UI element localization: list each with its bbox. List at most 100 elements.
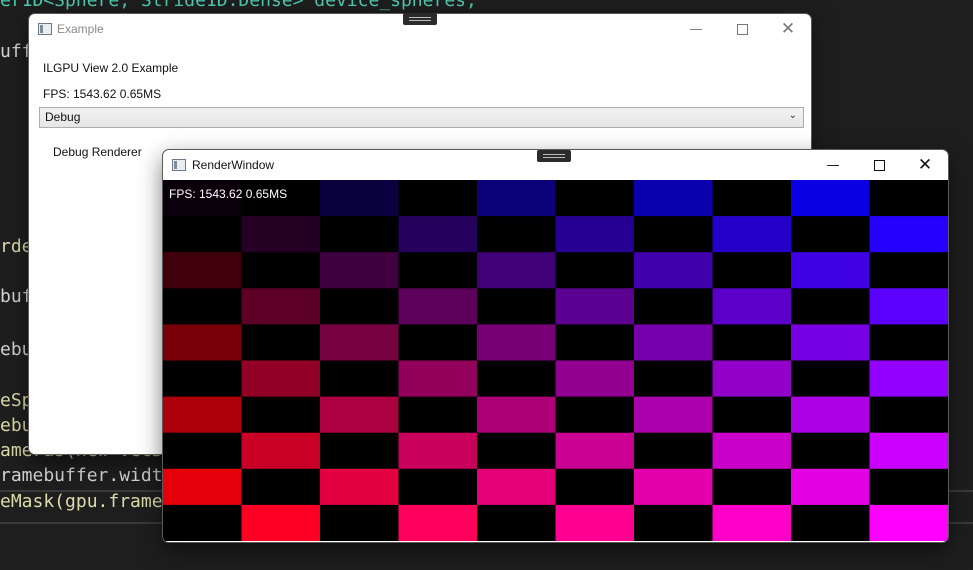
renderer-select[interactable]: Debug ⌄ (39, 107, 804, 128)
checker-cell (398, 252, 478, 289)
checker-cell (634, 216, 714, 253)
chevron-down-icon: ⌄ (788, 110, 797, 121)
checker-cell (477, 252, 557, 289)
checker-cell (555, 252, 635, 289)
checker-cell (712, 468, 792, 506)
checker-cell (712, 288, 792, 325)
checker-cell (163, 288, 243, 325)
checker-cell (163, 396, 243, 434)
checker-cell (869, 504, 948, 541)
checker-cell (398, 468, 478, 506)
checker-cell (791, 252, 871, 289)
checker-cell (398, 180, 478, 217)
checker-cell (555, 468, 635, 506)
checker-cell (555, 504, 635, 541)
checker-cell (869, 252, 948, 289)
render-window-title: RenderWindow (192, 158, 275, 172)
minimize-icon[interactable]: — (810, 150, 856, 180)
checker-cell (398, 288, 478, 325)
checker-cell (320, 504, 400, 541)
checker-cell (241, 360, 321, 398)
checker-cell (712, 252, 792, 289)
checker-cell (869, 180, 948, 217)
checker-cell (241, 324, 321, 362)
checker-cell (634, 288, 714, 325)
checker-cell (477, 504, 557, 541)
checker-cell (555, 360, 635, 398)
close-icon[interactable]: ✕ (765, 14, 811, 44)
app-window-icon (38, 23, 52, 35)
render-drag-grip[interactable] (537, 150, 571, 162)
checker-cell (241, 432, 321, 470)
renderer-select-value: Debug (45, 110, 81, 124)
example-drag-grip[interactable] (403, 13, 437, 25)
checker-cell (241, 252, 321, 289)
checker-cell (163, 252, 243, 289)
checker-cell (712, 180, 792, 217)
checker-cell (477, 396, 557, 434)
checker-cell (320, 360, 400, 398)
maximize-icon[interactable] (719, 14, 765, 44)
checker-cell (634, 324, 714, 362)
checker-cell (398, 216, 478, 253)
checker-cell (398, 396, 478, 434)
checker-cell (477, 360, 557, 398)
maximize-icon[interactable] (856, 150, 902, 180)
render-canvas[interactable]: FPS: 1543.62 0.65MS (163, 180, 948, 541)
checker-cell (320, 252, 400, 289)
debug-renderer-label: Debug Renderer (53, 145, 142, 159)
checker-cell (791, 504, 871, 541)
checker-cell (634, 180, 714, 217)
checker-cell (163, 324, 243, 362)
checker-cell (398, 324, 478, 362)
example-window-title: Example (57, 22, 104, 36)
checker-cell (477, 432, 557, 470)
checker-cell (320, 180, 400, 217)
checker-cell (791, 288, 871, 325)
checker-cell (712, 360, 792, 398)
checker-cell (869, 216, 948, 253)
minimize-icon[interactable]: — (673, 14, 719, 44)
checker-cell (398, 360, 478, 398)
checker-cell (791, 468, 871, 506)
checker-cell (555, 288, 635, 325)
checker-cell (634, 396, 714, 434)
checker-cell (241, 288, 321, 325)
checker-cell (163, 216, 243, 253)
checker-cell (634, 468, 714, 506)
close-icon[interactable]: ✕ (902, 150, 948, 180)
checker-cell (869, 468, 948, 506)
checker-cell (477, 468, 557, 506)
checker-cell (634, 360, 714, 398)
checker-cell (398, 432, 478, 470)
checker-cell (869, 432, 948, 470)
checker-cell (791, 324, 871, 362)
checker-cell (712, 504, 792, 541)
checker-cell (320, 432, 400, 470)
checker-cell (712, 324, 792, 362)
checker-cell (320, 216, 400, 253)
code-line: er1D<Sphere, Stride1D.Dense> device_sphe… (0, 0, 477, 11)
checker-cell (477, 216, 557, 253)
checker-cell (398, 504, 478, 541)
app-window-icon (172, 159, 186, 171)
checker-cell (477, 288, 557, 325)
checker-cell (320, 396, 400, 434)
code-line: ramebuffer.width (0, 465, 174, 486)
checker-cell (163, 360, 243, 398)
code-line: ebu (0, 339, 33, 360)
checker-cell (555, 432, 635, 470)
checker-cell (241, 468, 321, 506)
code-line: eSp (0, 390, 33, 411)
example-heading: ILGPU View 2.0 Example (43, 61, 179, 75)
checker-cell (791, 360, 871, 398)
checker-cell (869, 360, 948, 398)
checker-cell (555, 180, 635, 217)
code-line: eMask(gpu.frame (0, 491, 163, 512)
checker-cell (241, 504, 321, 541)
checker-cell (869, 288, 948, 325)
checker-cell (320, 288, 400, 325)
checker-cell (163, 432, 243, 470)
checker-cell (791, 216, 871, 253)
checker-cell (320, 324, 400, 362)
